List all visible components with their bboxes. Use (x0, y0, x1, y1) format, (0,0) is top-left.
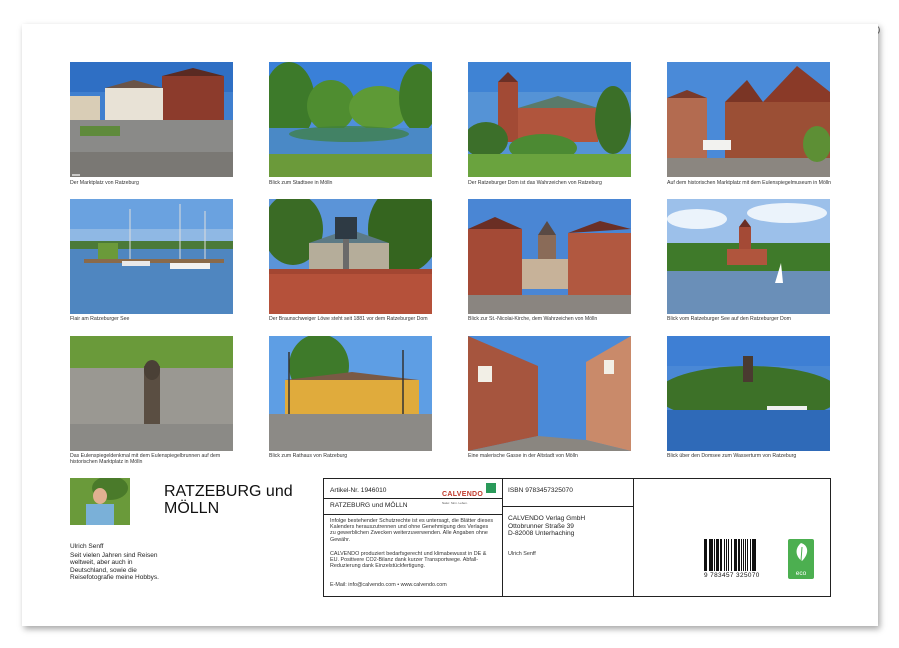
author-bio: Seit vielen Jahren sind Reisen weltweit,… (70, 552, 159, 581)
photo-caption: Blick zum Rathaus von Ratzeburg (269, 453, 348, 459)
photo-caption: Blick zur St.-Nicolai-Kirche, dem Wahrze… (468, 316, 598, 322)
photo-caption: Der Ratzeburger Dom ist das Wahrzeichen … (468, 180, 602, 186)
photo-caption: Der Braunschweiger Löwe steht seit 1881 … (269, 316, 428, 322)
barcode-bar (737, 539, 740, 571)
photo-caption: Blick über den Domsee zum Wasserturm von… (667, 453, 797, 459)
photo-ratzeburger-dom (468, 62, 631, 177)
contact-email: E-Mail: info@calvendo.com • www.calvendo… (330, 582, 447, 588)
barcode-bar (744, 539, 747, 571)
product-title: RATZEBURG und MÖLLN (330, 502, 408, 509)
barcode-bar (731, 539, 732, 571)
photo-caption: Der Marktplatz von Ratzeburg (70, 180, 139, 186)
photo-caption: Auf dem historischen Marktplatz mit dem … (667, 180, 832, 186)
photo-braunschweiger-loewe (269, 199, 432, 314)
brand-tagline: Natur. Sinn. Leben. (442, 501, 468, 505)
photographer-credit: Ulrich Senff (508, 551, 536, 557)
photo-caption: Das Eulenspiegeldenkmal mit dem Eulenspi… (70, 453, 221, 465)
photo-ratzeburger-see-flair (70, 199, 233, 314)
barcode-bar (716, 539, 718, 571)
photo-caption: Flair am Ratzeburger See (70, 316, 130, 322)
photo-stadtsee-moelln (269, 62, 432, 177)
brand-name: CALVENDO (442, 491, 484, 498)
author-name: Ulrich Senff (70, 543, 104, 550)
barcode-bar (752, 539, 754, 571)
author-photo (70, 478, 130, 525)
imprint-column-publisher: ISBN 9783457325070 CALVENDO Verlag GmbH … (503, 479, 634, 596)
barcode-bar (704, 539, 706, 571)
barcode-bar (754, 539, 756, 571)
photo-malerische-gasse (468, 336, 631, 451)
publisher-name: CALVENDO Verlag GmbH (508, 515, 586, 522)
calvendo-logo-mark (486, 483, 496, 493)
eco-production-note: CALVENDO produziert bedarfsgerecht und k… (330, 551, 487, 570)
barcode-bar (713, 539, 715, 571)
photo-marktplatz-ratzeburg (70, 62, 233, 177)
imprint-column-barcode: 9 783457 325070 eco (634, 479, 830, 596)
calvendo-logo: CALVENDO Natur. Sinn. Leben. (442, 483, 496, 505)
barcode-bar (728, 539, 729, 571)
publisher-street: Ottobrunner Straße 39 (508, 522, 574, 530)
publisher-city: D-82008 Unterhaching (508, 530, 575, 537)
imprint-box: Artikel-Nr. 1946010 CALVENDO Natur. Sinn… (323, 478, 831, 597)
leaf-icon (796, 543, 808, 562)
barcode-bar (740, 539, 742, 571)
eco-label: eco (795, 570, 807, 577)
eco-badge: eco (788, 539, 814, 579)
photo-see-auf-dom (667, 199, 830, 314)
article-number: Artikel-Nr. 1946010 (330, 487, 387, 494)
barcode-number: 9 783457 325070 (704, 572, 760, 579)
barcode-bar (725, 539, 728, 571)
barcode-bar (735, 539, 737, 571)
photo-caption: Blick vom Ratzeburger See auf den Ratzeb… (667, 316, 791, 322)
isbn: ISBN 9783457325070 (508, 487, 573, 494)
photo-eulenspiegeldenkmal (70, 336, 233, 451)
imprint-column-product: Artikel-Nr. 1946010 CALVENDO Natur. Sinn… (324, 479, 503, 596)
photo-rathaus-ratzeburg (269, 336, 432, 451)
calendar-title: RATZEBURG und MÖLLN (164, 483, 293, 517)
legal-notice: Infolge bestehender Schutzrechte ist es … (330, 518, 494, 543)
photo-caption: Blick zum Stadtsee in Mölln (269, 180, 333, 186)
barcode-bar (710, 539, 713, 571)
barcode-bar (706, 539, 708, 571)
isbn-barcode (704, 539, 774, 571)
photo-eulenspiegelmuseum (667, 62, 830, 177)
barcode-bar (720, 539, 723, 571)
photo-st-nicolai-kirche (468, 199, 631, 314)
photo-caption: Eine malerische Gasse in der Altstadt vo… (468, 453, 578, 459)
photo-domsee-wasserturm (667, 336, 830, 451)
barcode-bar (747, 539, 748, 571)
